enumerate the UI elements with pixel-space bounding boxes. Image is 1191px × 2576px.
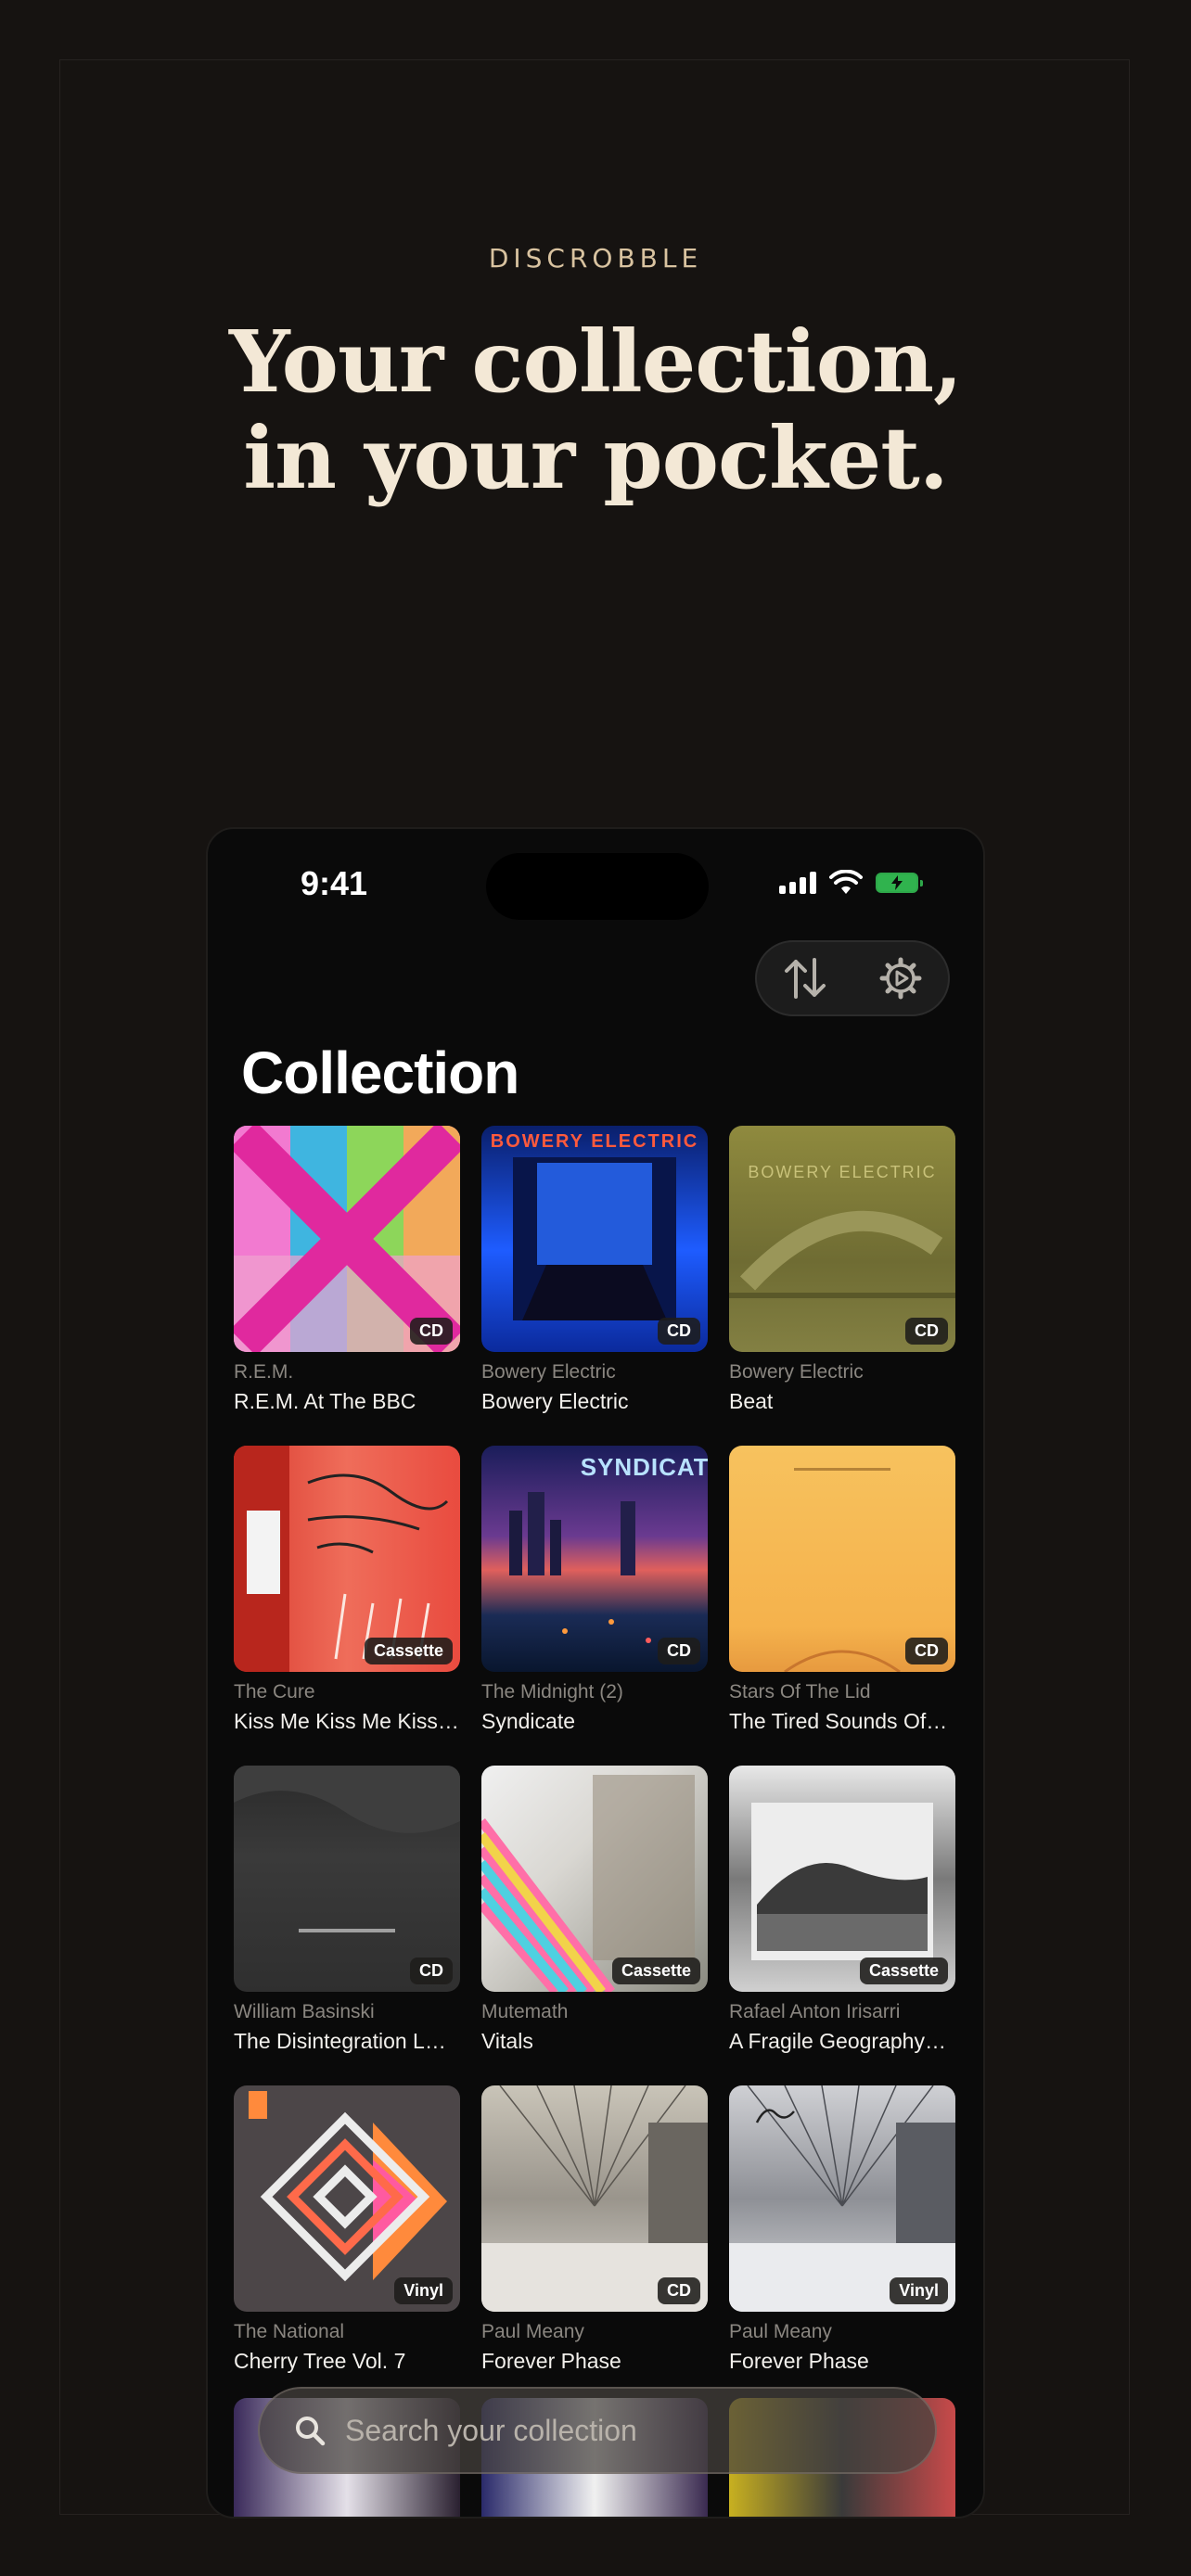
album-card[interactable]: Cassette Mutemath Vitals bbox=[481, 1766, 708, 2054]
album-card[interactable]: Vinyl Paul Meany Forever Phase bbox=[729, 2085, 955, 2374]
search-input[interactable] bbox=[343, 2412, 866, 2449]
album-title: Kiss Me Kiss Me Kiss… bbox=[234, 1709, 459, 1733]
album-card[interactable]: Vinyl The National Cherry Tree Vol. 7 bbox=[234, 2085, 460, 2374]
phone-mockup: 9:41 Collection CD R.E.M. R.E.M. At The … bbox=[206, 827, 985, 2519]
album-title: Bowery Electric bbox=[481, 1389, 629, 1413]
album-artist: Paul Meany bbox=[481, 2321, 584, 2342]
album-cover: Vinyl bbox=[234, 2085, 460, 2312]
format-badge: Cassette bbox=[859, 1958, 948, 1984]
album-card[interactable]: CD Stars Of The Lid The Tired Sounds Of… bbox=[729, 1446, 955, 1734]
album-title: A Fragile Geography… bbox=[729, 2029, 946, 2053]
album-artist: Bowery Electric bbox=[481, 1361, 616, 1383]
format-badge: CD bbox=[905, 1318, 948, 1345]
album-cover: CD bbox=[729, 1446, 955, 1672]
album-artist: Bowery Electric bbox=[729, 1361, 864, 1383]
format-badge: CD bbox=[658, 1318, 700, 1345]
album-title: The Tired Sounds Of… bbox=[729, 1709, 948, 1733]
album-artist: The National bbox=[234, 2321, 345, 2342]
format-badge: CD bbox=[410, 1318, 453, 1345]
album-artist: Stars Of The Lid bbox=[729, 1681, 871, 1702]
sort-arrows-icon bbox=[784, 958, 826, 999]
collection-title: Collection bbox=[241, 1039, 519, 1106]
format-badge: Vinyl bbox=[890, 2277, 948, 2304]
album-artist: Mutemath bbox=[481, 2001, 569, 2022]
album-card[interactable]: BOWERY ELECTRIC CD Bowery Electric Bower… bbox=[481, 1126, 708, 1414]
status-icons bbox=[779, 870, 923, 896]
album-title: Forever Phase bbox=[729, 2349, 869, 2373]
album-artist: R.E.M. bbox=[234, 1361, 294, 1383]
album-title: R.E.M. At The BBC bbox=[234, 1389, 416, 1413]
status-time: 9:41 bbox=[301, 864, 368, 902]
dynamic-island bbox=[486, 853, 709, 920]
headline-line-2: in your pocket. bbox=[243, 408, 949, 508]
album-card[interactable]: SYNDICATE CD The Midnight (2) Syndicate bbox=[481, 1446, 708, 1734]
album-card[interactable]: CD William Basinski The Disintegration L… bbox=[234, 1766, 460, 2054]
format-badge: CD bbox=[658, 1638, 700, 1664]
album-cover: SYNDICATE CD bbox=[481, 1446, 708, 1672]
album-cover: BOWERY ELECTRIC CD bbox=[729, 1126, 955, 1352]
format-badge: CD bbox=[658, 2277, 700, 2304]
album-card[interactable]: CD R.E.M. R.E.M. At The BBC bbox=[234, 1126, 460, 1414]
album-artist: Paul Meany bbox=[729, 2321, 832, 2342]
settings-button[interactable] bbox=[873, 950, 928, 1006]
toolbar-pill bbox=[755, 940, 950, 1016]
headline-line-1: Your collection, bbox=[229, 312, 963, 412]
album-cover: Vinyl bbox=[729, 2085, 955, 2312]
search-bar[interactable] bbox=[258, 2387, 937, 2474]
hero-headline: Your collection, in your pocket. bbox=[0, 313, 1191, 506]
format-badge: CD bbox=[905, 1638, 948, 1664]
format-badge: Cassette bbox=[364, 1638, 453, 1664]
cellular-signal-icon bbox=[779, 872, 816, 894]
album-title: Vitals bbox=[481, 2029, 533, 2053]
sort-button[interactable] bbox=[777, 950, 833, 1006]
album-artist: William Basinski bbox=[234, 2001, 375, 2022]
album-card[interactable]: CD Paul Meany Forever Phase bbox=[481, 2085, 708, 2374]
format-badge: Cassette bbox=[611, 1958, 700, 1984]
album-cover: CD bbox=[481, 2085, 708, 2312]
wifi-icon bbox=[829, 870, 863, 894]
brand-eyebrow: DISCROBBLE bbox=[488, 243, 703, 274]
battery-icon bbox=[876, 873, 923, 893]
album-cover: CD bbox=[234, 1126, 460, 1352]
album-title: Beat bbox=[729, 1389, 774, 1413]
search-icon bbox=[296, 2417, 326, 2446]
album-cover: Cassette bbox=[481, 1766, 708, 1992]
album-card[interactable]: Cassette Rafael Anton Irisarri A Fragile… bbox=[729, 1766, 955, 2054]
album-title: Cherry Tree Vol. 7 bbox=[234, 2349, 406, 2373]
album-cover: Cassette bbox=[234, 1446, 460, 1672]
album-title: Forever Phase bbox=[481, 2349, 621, 2373]
album-artist: Rafael Anton Irisarri bbox=[729, 2001, 901, 2022]
gear-icon bbox=[879, 957, 921, 1000]
album-artist: The Cure bbox=[234, 1681, 315, 1702]
album-grid: CD R.E.M. R.E.M. At The BBC BOWERY ELECT… bbox=[234, 1126, 957, 2374]
album-cover: CD bbox=[234, 1766, 460, 1992]
format-badge: Vinyl bbox=[394, 2277, 453, 2304]
album-card[interactable]: Cassette The Cure Kiss Me Kiss Me Kiss… bbox=[234, 1446, 460, 1734]
album-cover: Cassette bbox=[729, 1766, 955, 1992]
album-title: Syndicate bbox=[481, 1709, 576, 1733]
album-cover: BOWERY ELECTRIC CD bbox=[481, 1126, 708, 1352]
album-artist: The Midnight (2) bbox=[481, 1681, 623, 1702]
album-title: The Disintegration L… bbox=[234, 2029, 446, 2053]
format-badge: CD bbox=[410, 1958, 453, 1984]
album-card[interactable]: BOWERY ELECTRIC CD Bowery Electric Beat bbox=[729, 1126, 955, 1414]
